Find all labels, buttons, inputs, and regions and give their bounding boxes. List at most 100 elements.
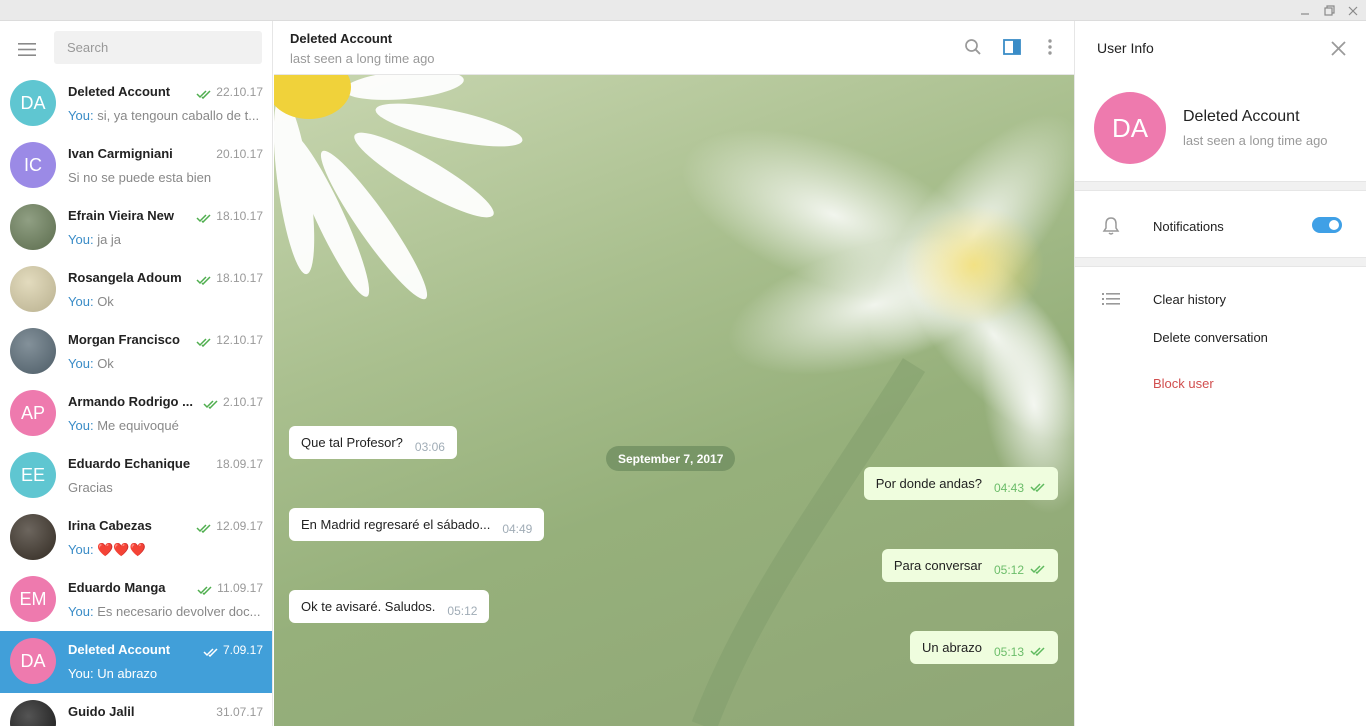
- chat-list: DA Deleted Account 22.10.17 You: si, ya ten…: [0, 73, 272, 726]
- avatar: AP: [10, 390, 56, 436]
- panel-title: User Info: [1097, 40, 1154, 56]
- read-receipt: [1030, 644, 1046, 659]
- preview-text: ja ja: [97, 232, 122, 247]
- chat-preview: You: si, ya tengoun caballo de t...: [68, 108, 263, 123]
- chat-list-item[interactable]: AP Armando Rodrigo ... 2.10.17 You: Me equi…: [0, 383, 272, 445]
- message-text: En Madrid regresaré el sábado...: [301, 517, 491, 532]
- avatar: [10, 514, 56, 560]
- restore-icon: [1323, 5, 1335, 16]
- close-window-button[interactable]: [1341, 0, 1365, 21]
- user-info-panel: User Info DA Deleted Account last seen a…: [1074, 21, 1366, 726]
- user-avatar[interactable]: DA: [1094, 92, 1166, 164]
- notifications-toggle[interactable]: [1312, 217, 1342, 233]
- chat-date: 2.10.17: [222, 395, 263, 409]
- block-user-button[interactable]: Block user: [1153, 376, 1214, 391]
- close-panel-button[interactable]: [1328, 38, 1348, 58]
- main-menu-button[interactable]: [10, 37, 44, 61]
- read-receipt: [196, 210, 212, 224]
- sidebar-panel-icon: [1003, 39, 1021, 55]
- chat-name: Irina Cabezas: [68, 518, 152, 533]
- read-receipt: [196, 272, 212, 286]
- chat-date: 12.09.17: [216, 519, 263, 533]
- search-icon: [965, 39, 981, 55]
- chat-wallpaper: September 7, 2017 Que tal Profesor? 03:06…: [274, 75, 1074, 726]
- minimize-button[interactable]: [1293, 0, 1317, 21]
- preview-text: Un abrazo: [97, 666, 158, 681]
- double-check-icon: [1030, 483, 1045, 493]
- you-prefix: You:: [68, 356, 94, 371]
- vertical-dots-icon: [1048, 39, 1052, 55]
- outgoing-message[interactable]: Un abrazo 05:13: [909, 631, 1058, 664]
- chat-name: Guido Jalil: [68, 704, 135, 719]
- list-icon: [1100, 288, 1122, 310]
- chat-list-item[interactable]: Guido Jalil 31.07.17: [0, 693, 272, 726]
- read-receipt: [196, 334, 212, 348]
- chat-date: 31.07.17: [216, 705, 263, 719]
- avatar: [10, 204, 56, 250]
- chat-list-item[interactable]: Irina Cabezas 12.09.17 You: ❤️❤️❤️: [0, 507, 272, 569]
- avatar: [10, 700, 56, 726]
- incoming-message[interactable]: Ok te avisaré. Saludos. 05:12: [289, 590, 490, 623]
- chat-title[interactable]: Deleted Account: [290, 31, 392, 46]
- message-time: 04:49: [502, 521, 533, 536]
- hamburger-menu-icon: [18, 42, 36, 56]
- outgoing-message[interactable]: Por donde andas? 04:43: [863, 467, 1058, 500]
- message-text: Que tal Profesor?: [301, 435, 403, 450]
- you-prefix: You:: [68, 232, 94, 247]
- delete-conversation-button[interactable]: Delete conversation: [1153, 330, 1268, 345]
- restore-button[interactable]: [1317, 0, 1341, 21]
- double-check-icon: [1030, 565, 1045, 575]
- avatar: DA: [10, 638, 56, 684]
- chat-name: Armando Rodrigo ...: [68, 394, 193, 409]
- double-check-icon: [203, 648, 218, 658]
- double-check-icon: [1030, 647, 1045, 657]
- chat-list-item[interactable]: IC Ivan Carmigniani 20.10.17 Si no se puede…: [0, 135, 272, 197]
- chat-date: 22.10.17: [216, 85, 263, 99]
- chat-date: 12.10.17: [216, 333, 263, 347]
- search-input[interactable]: [54, 31, 262, 64]
- date-divider: September 7, 2017: [606, 446, 736, 471]
- incoming-message[interactable]: Que tal Profesor? 03:06: [289, 426, 457, 459]
- clear-history-button[interactable]: Clear history: [1153, 292, 1226, 307]
- chat-list-item[interactable]: Morgan Francisco 12.10.17 You: Ok: [0, 321, 272, 383]
- preview-text: si, ya tengoun caballo de t...: [97, 108, 260, 123]
- close-icon: [1330, 40, 1346, 56]
- message-time: 05:12: [993, 562, 1024, 577]
- outgoing-message[interactable]: Para conversar 05:12: [881, 549, 1058, 582]
- close-icon: [1348, 6, 1358, 15]
- chat-preview: You: Es necesario devolver doc...: [68, 604, 263, 619]
- avatar: IC: [10, 142, 56, 188]
- chat-preview: You: ❤️❤️❤️: [68, 542, 263, 558]
- incoming-message[interactable]: En Madrid regresaré el sábado... 04:49: [289, 508, 545, 541]
- section-divider: [1075, 257, 1366, 267]
- chat-list-item[interactable]: DA Deleted Account 7.09.17 You: Un abrazo: [0, 631, 272, 693]
- preview-text: Si no se puede esta bien: [68, 170, 212, 185]
- window-titlebar: [0, 0, 1366, 21]
- chat-preview: You: Ok: [68, 294, 263, 309]
- chat-date: 18.10.17: [216, 209, 263, 223]
- chat-header: Deleted Account last seen a long time ag…: [274, 21, 1074, 75]
- double-check-icon: [196, 276, 211, 286]
- chat-list-pane: DA Deleted Account 22.10.17 You: si, ya ten…: [0, 21, 273, 726]
- preview-text: ❤️❤️❤️: [97, 542, 146, 557]
- chat-list-item[interactable]: EM Eduardo Manga 11.09.17 You: Es necesario…: [0, 569, 272, 631]
- double-check-icon: [203, 400, 218, 410]
- more-options-button[interactable]: [1039, 36, 1061, 58]
- preview-text: Me equivoqué: [97, 418, 179, 433]
- chat-status: last seen a long time ago: [290, 51, 435, 66]
- message-time: 04:43: [993, 480, 1024, 495]
- search-chat-button[interactable]: [962, 36, 984, 58]
- double-check-icon: [196, 214, 211, 224]
- chat-name: Eduardo Manga: [68, 580, 166, 595]
- chat-list-item[interactable]: Efrain Vieira New 18.10.17 You: ja ja: [0, 197, 272, 259]
- message-time: 05:13: [993, 644, 1024, 659]
- chat-preview: You: Un abrazo: [68, 666, 263, 681]
- message-time: 05:12: [447, 603, 478, 618]
- chat-list-item[interactable]: DA Deleted Account 22.10.17 You: si, ya ten…: [0, 73, 272, 135]
- read-receipt: [196, 520, 212, 534]
- double-check-icon: [196, 338, 211, 348]
- toggle-info-panel-button[interactable]: [1001, 36, 1023, 58]
- message-text: Ok te avisaré. Saludos.: [301, 599, 436, 614]
- chat-list-item[interactable]: EE Eduardo Echanique 18.09.17 Gracias: [0, 445, 272, 507]
- chat-list-item[interactable]: Rosangela Adoum 18.10.17 You: Ok: [0, 259, 272, 321]
